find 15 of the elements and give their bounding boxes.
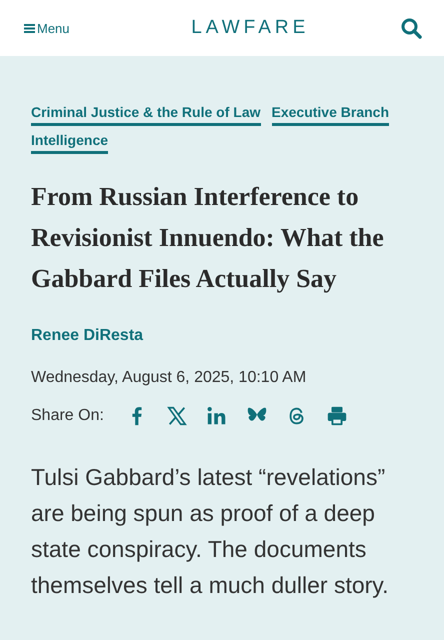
publish-date: Wednesday, August 6, 2025, 10:10 AM [31, 369, 308, 387]
article-summary: Tulsi Gabbard’s latest “revelations” are being spun as proof of a deep state conspiracy. The documents themselves tell a much duller story. [31, 463, 390, 600]
topic-tag-link[interactable]: Intelligence [31, 132, 108, 154]
site-logo[interactable]: LAWFARE [191, 17, 310, 39]
search-icon[interactable] [401, 18, 422, 38]
menu-icon[interactable] [24, 23, 35, 33]
topic-tag-link[interactable]: Executive Branch [272, 104, 389, 126]
linkedin-icon[interactable] [206, 405, 228, 427]
menu-button[interactable]: Menu [24, 20, 70, 36]
article-title: From Russian Interference to Revisionist Innuendo: What the Gabbard Files Actually Say [31, 181, 385, 295]
printer-icon[interactable] [326, 405, 348, 427]
x-icon[interactable] [166, 405, 188, 427]
share-label: Share On: [31, 407, 104, 425]
author-link[interactable]: Renee DiResta [31, 327, 144, 345]
topic-tag-link[interactable]: Criminal Justice & the Rule of Law [31, 104, 260, 126]
